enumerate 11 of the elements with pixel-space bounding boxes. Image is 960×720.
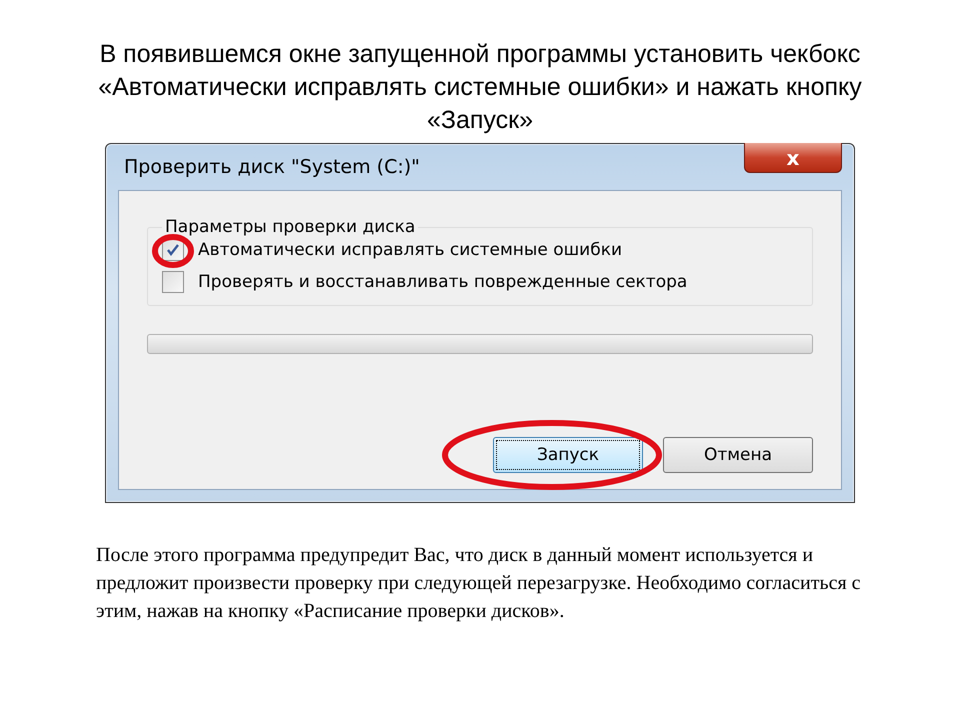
checkbox-label: Проверять и восстанавливать поврежденные сектора [198, 272, 688, 292]
close-button[interactable]: x [744, 143, 842, 173]
window-title: Проверить диск "System (C:)" [123, 156, 420, 178]
instruction-paragraph: После этого программа предупредит Вас, что диск в данный момент используется и предложит произвести проверку при следующей перезагрузке. Необходимо согласиться с этим, нажав на кнопку «Расписание проверки дисков». [95, 543, 862, 624]
checkbox[interactable] [162, 271, 184, 293]
dialog-button[interactable]: Отмена [663, 437, 813, 473]
slide-heading: В появившемся окне запущенной программы установить чекбокс «Автоматически исправлять системные ошибки» и нажать кнопку «Запуск» [97, 39, 863, 136]
group-legend: Параметры проверки диска [162, 217, 418, 237]
dialog-button[interactable]: Запуск [493, 437, 643, 473]
checkbox-label: Автоматически исправлять системные ошибки [198, 240, 622, 260]
check-icon [166, 243, 180, 257]
